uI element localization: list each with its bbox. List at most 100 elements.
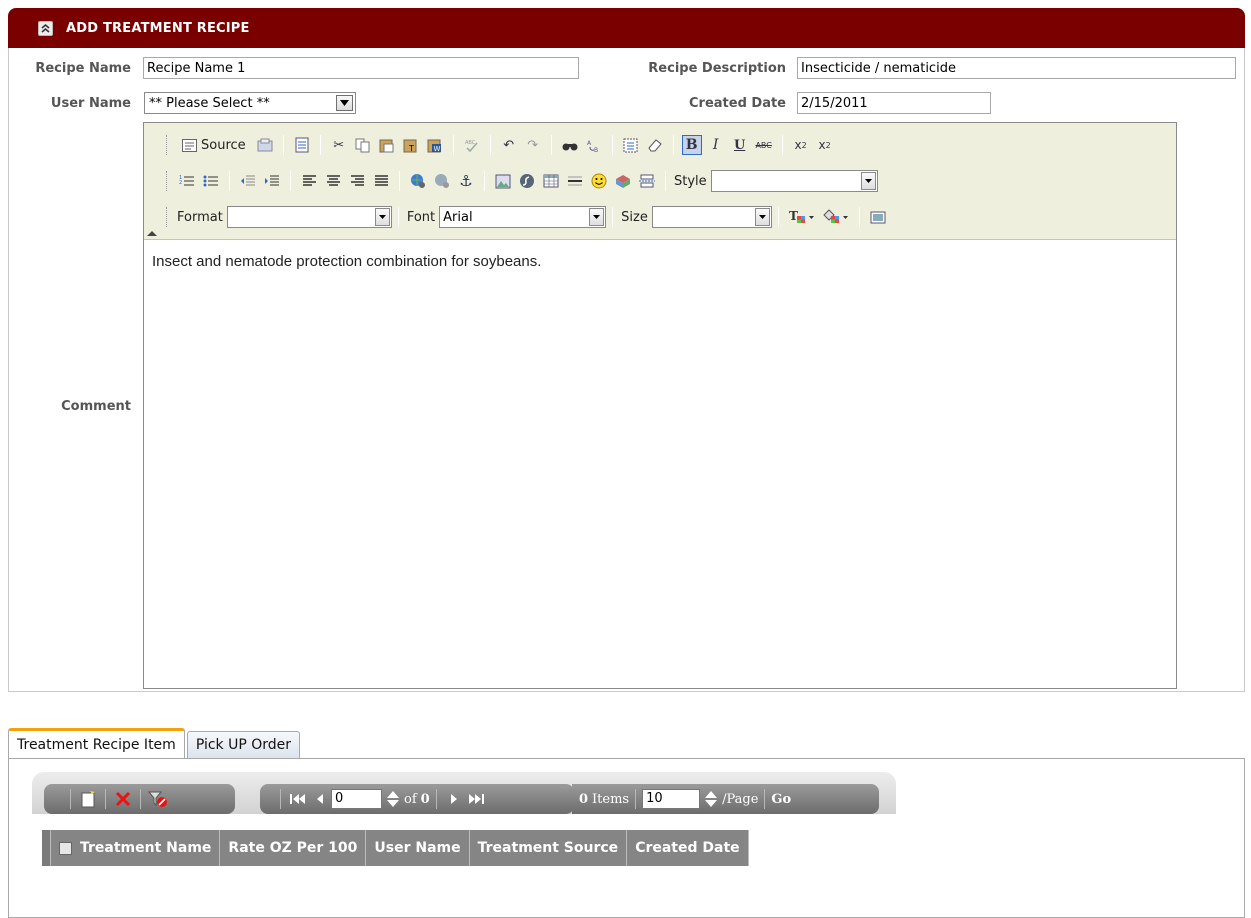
numbered-list-icon[interactable]: 12 — [177, 171, 197, 191]
chevron-down-icon[interactable] — [374, 208, 390, 226]
column-rate-oz-per-100[interactable]: Rate OZ Per 100 — [220, 830, 367, 866]
panel-header: ADD TREATMENT RECIPE — [8, 8, 1245, 48]
created-date-input[interactable] — [797, 92, 991, 114]
smiley-icon[interactable] — [589, 171, 609, 191]
flash-icon[interactable] — [517, 171, 537, 191]
maximize-icon[interactable] — [868, 207, 888, 227]
tab-pick-up-order[interactable]: Pick UP Order — [186, 731, 301, 758]
toolbar-row-3: Format Font Arial Size T — [166, 203, 890, 231]
outdent-icon[interactable] — [238, 171, 258, 191]
indent-icon[interactable] — [262, 171, 282, 191]
recipe-name-label: Recipe Name — [35, 61, 131, 76]
redo-icon[interactable]: ↷ — [523, 135, 543, 155]
svg-text:T: T — [408, 144, 414, 153]
copy-icon[interactable] — [353, 135, 373, 155]
clear-filter-icon[interactable] — [147, 788, 169, 810]
page-spinner[interactable] — [387, 791, 399, 807]
page-size-input[interactable]: 10 — [642, 789, 701, 809]
per-page-label: /Page — [722, 791, 759, 807]
select-all-checkbox[interactable] — [59, 841, 72, 855]
column-treatment-name[interactable]: Treatment Name — [80, 840, 211, 856]
bold-button[interactable]: B — [681, 135, 702, 155]
toolbar-row-2: 12 ⚓ Style — [166, 167, 878, 195]
undo-icon[interactable]: ↶ — [499, 135, 519, 155]
page-count: 0 — [420, 791, 430, 807]
background-color-icon[interactable] — [821, 207, 851, 227]
tab-strip: Treatment Recipe Item Pick UP Order — [8, 728, 302, 759]
align-right-icon[interactable] — [347, 171, 367, 191]
toolbar-row-1: Source ✂ T W ABC ↶ ↷ AB B I U ABC x 2 x … — [166, 131, 837, 159]
horizontal-rule-icon[interactable] — [565, 171, 585, 191]
editor-content[interactable]: Insect and nematode protection combinati… — [152, 253, 541, 270]
chevron-down-icon[interactable] — [860, 172, 876, 190]
tab-treatment-recipe-item[interactable]: Treatment Recipe Item — [8, 728, 185, 759]
source-button[interactable]: Source — [177, 135, 251, 155]
link-icon[interactable] — [408, 171, 428, 191]
chevron-down-icon[interactable] — [336, 95, 353, 111]
created-date-label: Created Date — [689, 96, 786, 111]
user-name-label: User Name — [50, 96, 131, 111]
text-color-icon[interactable]: T — [787, 207, 817, 227]
italic-button[interactable]: I — [706, 135, 726, 155]
chevron-down-icon[interactable] — [589, 208, 605, 226]
column-user-name[interactable]: User Name — [366, 830, 470, 866]
subscript-icon[interactable]: x2 — [791, 135, 811, 155]
save-icon[interactable] — [255, 135, 275, 155]
svg-text:B: B — [594, 147, 598, 153]
font-select[interactable]: Arial — [439, 206, 607, 228]
paste-icon[interactable] — [377, 135, 397, 155]
find-icon[interactable] — [560, 135, 580, 155]
column-treatment-source[interactable]: Treatment Source — [470, 830, 628, 866]
eraser-icon[interactable] — [645, 135, 665, 155]
column-created-date[interactable]: Created Date — [627, 830, 749, 866]
previous-page-icon[interactable] — [309, 788, 331, 810]
user-name-selected: ** Please Select ** — [149, 95, 270, 111]
user-name-select[interactable]: ** Please Select ** — [144, 92, 356, 114]
new-page-icon[interactable] — [292, 135, 312, 155]
delete-icon[interactable] — [112, 788, 134, 810]
superscript-icon[interactable]: x2 — [815, 135, 835, 155]
treatment-items-grid: 0 of 0 0 Items 10 /Page Go Treatment Nam… — [8, 758, 1245, 918]
page-number-input[interactable]: 0 — [331, 789, 382, 809]
svg-text:ABC: ABC — [465, 140, 476, 146]
special-char-icon[interactable] — [613, 171, 633, 191]
unlink-icon[interactable] — [432, 171, 452, 191]
chevron-down-icon[interactable] — [754, 208, 770, 226]
select-all-icon[interactable] — [621, 135, 641, 155]
spellcheck-icon[interactable]: ABC — [462, 135, 482, 155]
cut-icon[interactable]: ✂ — [329, 135, 349, 155]
last-page-icon[interactable] — [465, 788, 487, 810]
svg-text:T: T — [789, 209, 798, 223]
next-page-icon[interactable] — [443, 788, 465, 810]
toolbar-collapse-icon[interactable] — [147, 231, 157, 236]
page-break-icon[interactable] — [637, 171, 657, 191]
format-select[interactable] — [226, 206, 392, 228]
table-icon[interactable] — [541, 171, 561, 191]
font-label: Font — [406, 209, 436, 225]
add-new-icon[interactable] — [77, 788, 99, 810]
anchor-icon[interactable]: ⚓ — [456, 171, 476, 191]
grid-pager: 0 of 0 — [260, 784, 574, 814]
source-label: Source — [201, 137, 246, 153]
align-left-icon[interactable] — [299, 171, 319, 191]
size-select[interactable] — [651, 206, 772, 228]
style-select[interactable] — [710, 170, 878, 192]
align-center-icon[interactable] — [323, 171, 343, 191]
recipe-name-input[interactable] — [143, 57, 579, 79]
strikethrough-icon[interactable]: ABC — [754, 135, 774, 155]
image-icon[interactable] — [493, 171, 513, 191]
source-icon — [182, 138, 197, 152]
go-button[interactable]: Go — [771, 792, 791, 807]
recipe-description-input[interactable] — [797, 57, 1236, 79]
align-justify-icon[interactable] — [371, 171, 391, 191]
page-size-spinner[interactable] — [705, 791, 718, 807]
replace-icon[interactable]: AB — [584, 135, 604, 155]
collapse-chevron-icon[interactable] — [38, 20, 53, 36]
toolbar-grip — [166, 135, 169, 155]
bulleted-list-icon[interactable] — [201, 171, 221, 191]
recipe-description-label: Recipe Description — [648, 61, 786, 76]
first-page-icon[interactable] — [287, 788, 309, 810]
paste-text-icon[interactable]: T — [401, 135, 421, 155]
underline-button[interactable]: U — [730, 135, 750, 155]
paste-word-icon[interactable]: W — [425, 135, 445, 155]
